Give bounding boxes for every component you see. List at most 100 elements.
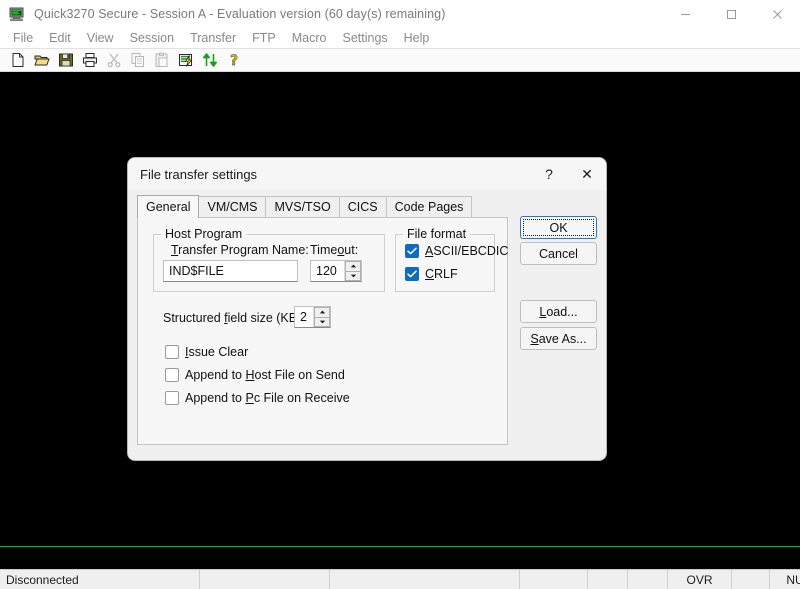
close-icon[interactable]: ✕	[568, 158, 606, 190]
window-controls	[662, 0, 800, 28]
cancel-button-label: Cancel	[539, 246, 578, 261]
copy-icon	[126, 49, 150, 71]
menu-item-session[interactable]: Session	[122, 29, 182, 47]
label-rest: c File on Receive	[253, 391, 350, 405]
menu-item-settings[interactable]: Settings	[334, 29, 395, 47]
save-as-button[interactable]: Save As...	[520, 327, 597, 350]
label-rest: ssue Clear	[188, 345, 249, 359]
timeout-spin-buttons	[344, 261, 361, 281]
structured-field-spin-buttons	[313, 307, 330, 327]
checkbox-append-pc-file-on-receive[interactable]: Append to Pc File on Receive	[165, 391, 350, 405]
checkbox-ascii-ebcdic[interactable]: ASCII/EBCDIC	[405, 244, 508, 258]
help-question-icon[interactable]: ?	[222, 49, 246, 71]
spin-up-icon[interactable]	[345, 261, 361, 272]
help-icon[interactable]: ?	[530, 158, 568, 190]
tab-general[interactable]: General	[137, 195, 200, 218]
checkbox-box[interactable]	[165, 391, 179, 405]
transfer-program-name-input[interactable]: IND$FILE	[163, 260, 298, 282]
checkbox-box[interactable]	[405, 267, 419, 281]
label-pre: Append to	[185, 368, 246, 382]
host-program-group-label: Host Program	[161, 227, 247, 241]
tab-mvs-tso[interactable]: MVS/TSO	[265, 196, 340, 217]
label-rest: RLF	[434, 267, 458, 281]
tabstrip: General VM/CMS MVS/TSO CICS Code Pages	[137, 195, 518, 218]
label-rest: ost File on Send	[254, 368, 345, 382]
keyboard-macro-icon[interactable]	[174, 49, 198, 71]
menu-item-edit[interactable]: Edit	[41, 29, 79, 47]
application-window: Quick3270 Secure - Session A - Evaluatio…	[0, 0, 800, 589]
checkbox-box[interactable]	[405, 244, 419, 258]
menu-item-view[interactable]: View	[79, 29, 122, 47]
menu-item-file[interactable]: File	[5, 29, 41, 47]
status-cell-5	[628, 569, 668, 589]
maximize-icon[interactable]	[708, 0, 754, 28]
window-titlebar: Quick3270 Secure - Session A - Evaluatio…	[0, 0, 800, 28]
cancel-button[interactable]: Cancel	[520, 242, 597, 265]
label-rest: ut:	[344, 243, 359, 257]
menu-item-ftp[interactable]: FTP	[244, 29, 284, 47]
checkbox-box[interactable]	[165, 368, 179, 382]
checkbox-label: CRLF	[425, 267, 458, 281]
dialog-title-buttons: ? ✕	[530, 158, 606, 190]
close-icon[interactable]	[754, 0, 800, 28]
spin-up-icon[interactable]	[314, 307, 330, 318]
file-format-group: File format	[395, 227, 495, 292]
checkbox-label: Append to Host File on Send	[185, 368, 345, 382]
load-button-label: Load...	[539, 305, 577, 319]
paste-clipboard-icon	[150, 49, 174, 71]
print-icon[interactable]	[78, 49, 102, 71]
menu-item-macro[interactable]: Macro	[284, 29, 335, 47]
file-transfer-settings-dialog: File transfer settings ? ✕ General VM/CM…	[127, 157, 607, 461]
tab-vm-cms[interactable]: VM/CMS	[198, 196, 267, 217]
ok-button[interactable]: OK	[520, 216, 597, 239]
status-cell-3	[520, 569, 588, 589]
focus-ring	[523, 219, 594, 236]
load-button[interactable]: Load...	[520, 300, 597, 323]
new-file-icon[interactable]	[6, 49, 30, 71]
structured-field-size-label: Structured field size (KB):	[163, 311, 305, 325]
tab-code-pages[interactable]: Code Pages	[385, 196, 473, 217]
checkbox-issue-clear[interactable]: Issue Clear	[165, 345, 248, 359]
timeout-spinner[interactable]: 120	[310, 260, 362, 282]
checkbox-append-host-file-on-send[interactable]: Append to Host File on Send	[165, 368, 345, 382]
save-as-button-label: Save As...	[530, 332, 586, 346]
label-rest: ave As...	[538, 331, 587, 346]
checkbox-crlf[interactable]: CRLF	[405, 267, 458, 281]
dialog-title: File transfer settings	[140, 166, 258, 182]
file-transfer-arrows-icon[interactable]	[198, 49, 222, 71]
spin-down-icon[interactable]	[314, 317, 330, 327]
menu-item-help[interactable]: Help	[396, 29, 438, 47]
label-rest: oad...	[546, 304, 578, 319]
accel-key: S	[530, 331, 539, 346]
cut-scissors-icon	[102, 49, 126, 71]
label-rest: SCII/EBCDIC	[433, 244, 509, 258]
file-format-group-label: File format	[403, 227, 471, 241]
label-rest: ransfer Program Name:	[178, 243, 309, 257]
tab-cics[interactable]: CICS	[338, 196, 387, 217]
svg-text:?: ?	[230, 53, 238, 68]
tab-panel-general: Host Program Transfer Program Name: IND$…	[137, 217, 508, 445]
status-num-lock: NUM	[786, 572, 800, 587]
accel-key: C	[425, 267, 435, 281]
accel-key: H	[245, 368, 255, 382]
checkbox-box[interactable]	[165, 345, 179, 359]
spin-down-icon[interactable]	[345, 271, 361, 281]
open-folder-icon[interactable]	[30, 49, 54, 71]
checkbox-label: Append to Pc File on Receive	[185, 391, 350, 405]
status-cell-6	[732, 569, 770, 589]
checkbox-label: Issue Clear	[185, 345, 248, 359]
window-title: Quick3270 Secure - Session A - Evaluatio…	[34, 7, 446, 21]
timeout-value[interactable]: 120	[311, 261, 344, 281]
status-overwrite-mode: OVR	[668, 569, 732, 589]
status-cell-4	[588, 569, 628, 589]
statusbar: Disconnected OVR NUM	[0, 569, 800, 589]
structured-field-size-spinner[interactable]: 2	[294, 306, 331, 328]
accel-key: P	[245, 391, 254, 405]
minimize-icon[interactable]	[662, 0, 708, 28]
label-pre: Structured	[163, 311, 225, 325]
terminal-separator-line	[0, 546, 800, 547]
structured-field-size-value[interactable]: 2	[295, 307, 313, 327]
save-disk-icon[interactable]	[54, 49, 78, 71]
status-cell-1	[200, 569, 330, 589]
menu-item-transfer[interactable]: Transfer	[182, 29, 244, 47]
